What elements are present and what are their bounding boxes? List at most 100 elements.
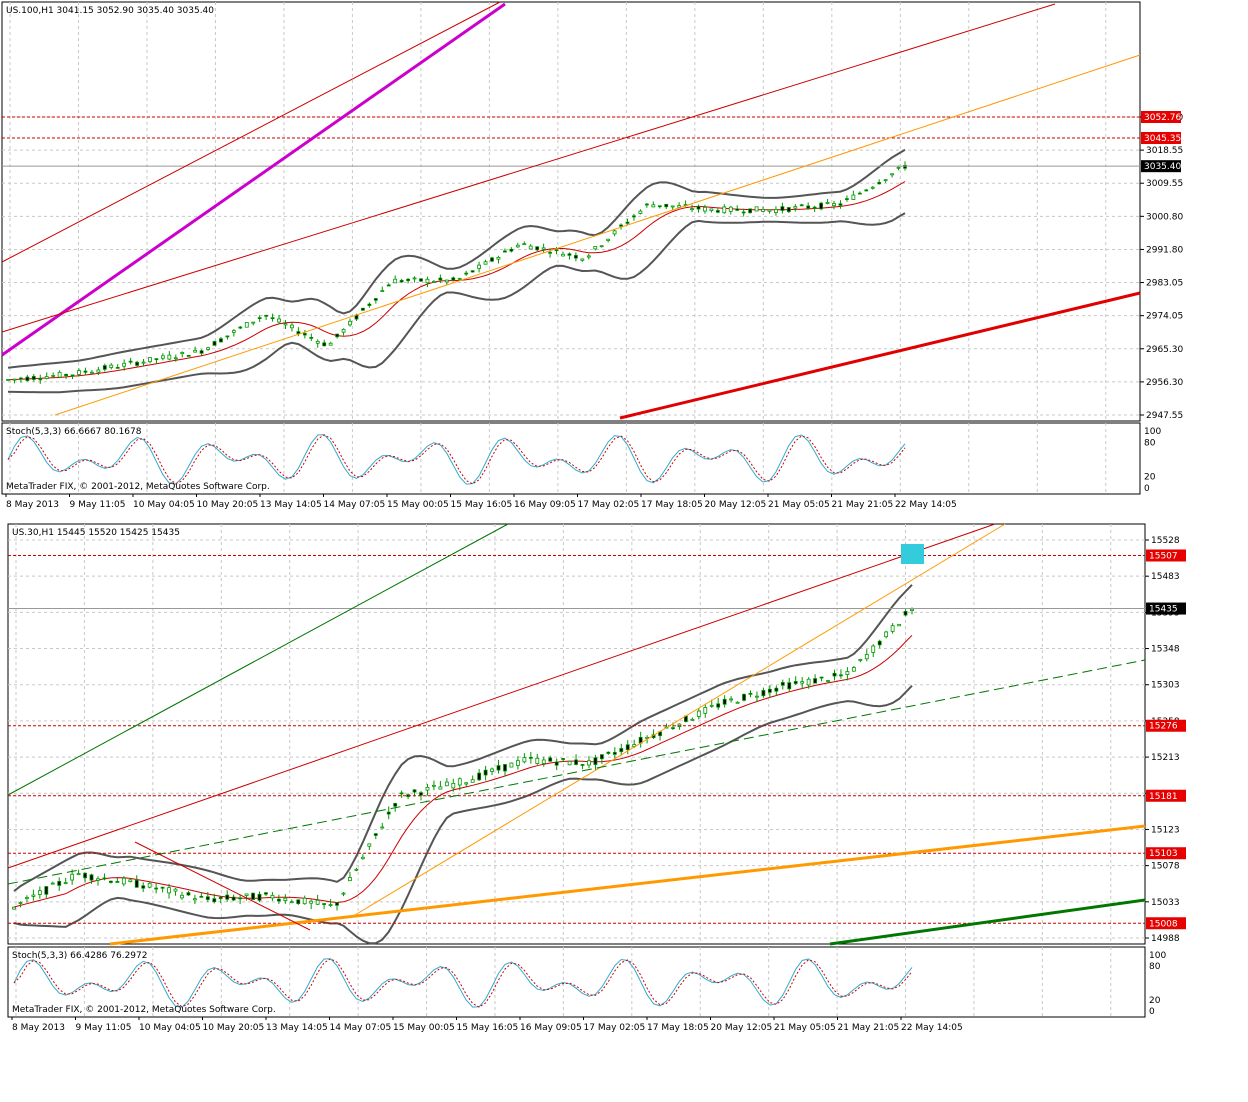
candle-body	[19, 377, 23, 380]
x-axis-label: 8 May 2013	[12, 1023, 65, 1033]
candle-body	[134, 879, 139, 888]
candle-body	[580, 764, 585, 766]
candle-body	[561, 253, 565, 257]
candle-body	[128, 360, 133, 363]
candle-body	[199, 895, 204, 898]
price-tag: 3052.76	[1144, 113, 1181, 123]
candle-body	[160, 886, 165, 889]
candle-body	[406, 278, 411, 282]
candle-body	[289, 901, 294, 904]
candle-body	[425, 278, 430, 284]
candle-body	[528, 245, 533, 250]
candle-body	[813, 678, 817, 684]
main-frame	[7, 523, 1146, 945]
x-axis-label: 13 May 14:05	[260, 500, 322, 510]
candle-body	[786, 207, 791, 213]
candle-body	[186, 892, 191, 896]
candle-body	[231, 330, 236, 333]
candle-body	[451, 277, 456, 281]
x-axis-label: 10 May 04:05	[133, 500, 195, 510]
candle-body	[709, 704, 714, 707]
candle-body	[722, 698, 727, 705]
candle-body	[735, 208, 740, 211]
candle-body	[703, 206, 707, 212]
candle-body	[728, 206, 733, 212]
candle-body	[302, 897, 307, 905]
candle-body	[625, 221, 630, 224]
stoch-level: 100	[1144, 427, 1161, 437]
candle-body	[451, 782, 456, 789]
candle-body	[754, 206, 759, 212]
candle-body	[716, 703, 721, 708]
candle-body	[160, 355, 165, 359]
x-axis-label: 21 May 05:05	[768, 500, 830, 510]
candle-body	[877, 182, 882, 185]
candle-body	[360, 856, 365, 860]
candle-body	[367, 303, 372, 306]
candle-body	[341, 328, 346, 333]
candle-body	[464, 782, 469, 785]
candle-body	[877, 640, 882, 646]
candle-body	[528, 756, 533, 759]
candle-body	[373, 833, 378, 836]
price-tag: 15008	[1149, 919, 1178, 929]
stoch-level: 0	[1149, 1007, 1155, 1017]
candle-body	[122, 362, 127, 367]
candle-body	[393, 803, 398, 807]
x-axis-label: 13 May 14:05	[266, 1023, 328, 1033]
candle-body	[192, 898, 197, 901]
chart-header: US.30,H1 15445 15520 15425 15435	[12, 528, 180, 538]
candle-body	[348, 877, 352, 882]
candle-body	[457, 778, 462, 786]
x-axis-label: 15 May 00:05	[387, 500, 449, 510]
y-tick-label: 15123	[1151, 825, 1180, 835]
candle-body	[6, 378, 10, 381]
candle-body	[128, 879, 133, 883]
candle-body	[31, 376, 36, 380]
candle-body	[212, 898, 217, 903]
candle-body	[328, 904, 333, 906]
candle-body	[587, 760, 591, 766]
candle-body	[438, 786, 443, 790]
y-tick-label: 15033	[1151, 898, 1180, 908]
candle-body	[444, 279, 449, 283]
candle-body	[199, 350, 204, 354]
candle-body	[761, 690, 766, 697]
candle-body	[276, 898, 281, 902]
candle-body	[548, 251, 552, 254]
candle-body	[573, 255, 578, 259]
candle-body	[806, 205, 811, 209]
candle-body	[780, 206, 785, 211]
stoch-label: Stoch(5,3,3) 66.6667 80.1678	[6, 427, 142, 437]
candle-body	[522, 757, 527, 763]
candle-body	[335, 902, 339, 906]
trading-charts: 2947.55 2956.30 2965.30 2974.05 2983.05 2991.…	[1, 1, 1186, 1033]
x-axis-label: 22 May 14:05	[901, 1023, 963, 1033]
candle-body	[496, 765, 501, 771]
candle-body	[502, 250, 507, 253]
candle-body	[76, 873, 81, 876]
candle-body	[341, 892, 346, 895]
candle-body	[696, 710, 701, 717]
y-tick-label: 15213	[1151, 753, 1180, 763]
stoch-level: 100	[1149, 951, 1166, 961]
candle-body	[580, 258, 585, 261]
candle-body	[593, 757, 598, 765]
candle-body	[896, 166, 901, 169]
candle-body	[322, 903, 327, 905]
candle-body	[890, 173, 894, 176]
candle-body	[490, 768, 494, 772]
x-axis-label: 10 May 04:05	[139, 1023, 201, 1033]
candle-body	[619, 224, 623, 227]
candle-body	[399, 279, 404, 283]
candle-body	[509, 248, 514, 252]
candle-body	[503, 764, 507, 772]
candle-body	[83, 370, 88, 373]
candle-body	[399, 792, 404, 795]
candle-body	[83, 872, 87, 879]
candle-body	[903, 611, 908, 616]
candle-body	[70, 873, 75, 881]
candle-body	[470, 779, 475, 783]
candle-body	[212, 341, 217, 346]
x-axis-label: 16 May 09:05	[514, 500, 576, 510]
